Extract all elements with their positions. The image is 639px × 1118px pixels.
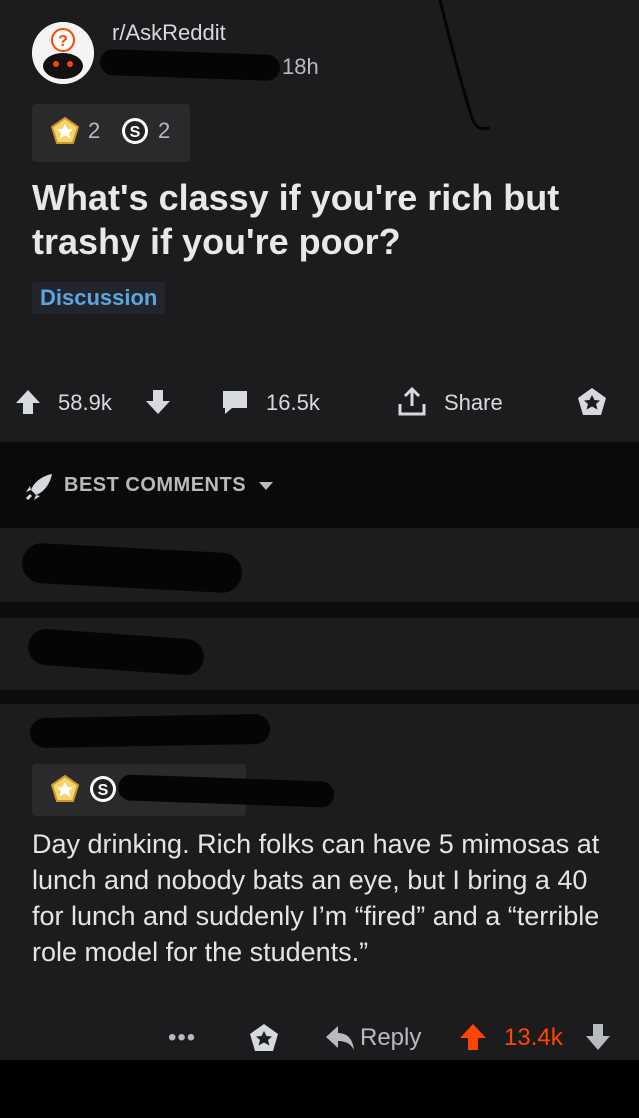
upvote-icon[interactable]	[458, 1022, 488, 1052]
downvote-icon[interactable]	[584, 1022, 612, 1052]
award-count: 2	[88, 118, 101, 143]
comment-score: 13.4k	[504, 1024, 563, 1051]
bottom-bar	[0, 1060, 639, 1118]
sort-label[interactable]: BEST COMMENTS	[64, 474, 246, 497]
subreddit-avatar[interactable]: ?	[32, 22, 94, 84]
comment-divider	[0, 690, 639, 704]
award-icon[interactable]	[248, 1022, 280, 1054]
comment-icon[interactable]	[220, 388, 250, 416]
redacted-comment-author	[29, 713, 271, 749]
post-title[interactable]: What's classy if you're rich but trashy …	[32, 176, 612, 264]
post-flair[interactable]: Discussion	[32, 282, 166, 314]
coin-icon: S	[90, 776, 116, 802]
upvote-icon[interactable]	[14, 388, 42, 416]
post-time: 18h	[282, 54, 319, 79]
reply-button[interactable]: Reply	[360, 1024, 421, 1052]
svg-text:S: S	[98, 782, 109, 799]
downvote-icon[interactable]	[144, 388, 172, 416]
silver-award-icon	[50, 116, 80, 144]
chevron-down-icon	[259, 482, 273, 490]
more-options-icon[interactable]: •••	[168, 1024, 196, 1052]
coin-icon: S	[122, 118, 148, 144]
pen-mark	[438, 0, 491, 131]
comment-body: Day drinking. Rich folks can have 5 mimo…	[32, 829, 600, 967]
silver-award-icon	[50, 774, 80, 802]
post-score: 58.9k	[58, 390, 112, 415]
coin-count: 2	[158, 118, 171, 143]
comment-divider	[0, 602, 639, 618]
rocket-icon	[25, 474, 52, 501]
svg-text:S: S	[130, 124, 141, 141]
reply-icon[interactable]	[324, 1024, 356, 1052]
snoo-icon: ?	[32, 22, 94, 84]
share-icon[interactable]	[396, 386, 428, 418]
svg-text:?: ?	[58, 33, 68, 50]
subreddit-name[interactable]: r/AskReddit	[112, 20, 226, 46]
share-button[interactable]: Share	[444, 390, 503, 416]
comment-count[interactable]: 16.5k	[266, 390, 320, 416]
award-icon[interactable]	[576, 386, 608, 418]
